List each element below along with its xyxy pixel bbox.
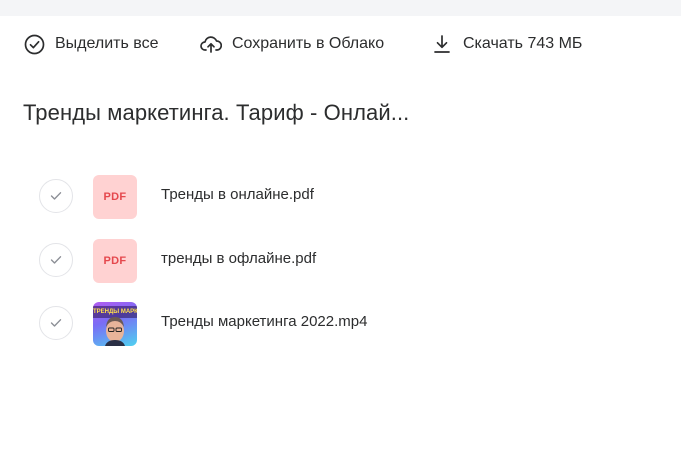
file-row[interactable]: PDF тренды в офлайне.pdf [0, 230, 681, 292]
save-to-cloud-button[interactable]: Сохранить в Облако [200, 16, 384, 72]
video-thumbnail-icon: ТРЕНДЫ МАРКЕТИНГА [93, 302, 137, 346]
select-all-button[interactable]: Выделить все [23, 16, 158, 72]
cloud-upload-icon [200, 33, 222, 55]
check-circle-icon [23, 33, 45, 55]
download-button[interactable]: Скачать 743 МБ [431, 16, 582, 72]
file-name[interactable]: тренды в офлайне.pdf [161, 250, 316, 267]
file-checkbox[interactable] [39, 306, 73, 340]
toolbar: Выделить все Сохранить в Облако Скачать … [0, 16, 681, 72]
select-all-label: Выделить все [55, 35, 159, 52]
file-row[interactable]: PDF Тренды в онлайне.pdf [0, 166, 681, 228]
checkmark-icon [50, 192, 62, 200]
person-photo-icon [105, 317, 125, 346]
file-checkbox[interactable] [39, 179, 73, 213]
download-label: Скачать 743 МБ [463, 35, 583, 52]
download-icon [431, 33, 453, 55]
top-strip [0, 0, 681, 16]
pdf-thumb-label: PDF [103, 255, 127, 267]
file-checkbox[interactable] [39, 243, 73, 277]
save-to-cloud-label: Сохранить в Облако [232, 35, 385, 52]
file-name[interactable]: Тренды в онлайне.pdf [161, 186, 314, 203]
file-row[interactable]: ТРЕНДЫ МАРКЕТИНГА Тренды маркетинга 2022… [0, 293, 681, 355]
pdf-file-icon: PDF [93, 175, 137, 219]
checkmark-icon [50, 319, 62, 327]
folder-title: Тренды маркетинга. Тариф - Онлай... [23, 100, 410, 125]
pdf-file-icon: PDF [93, 239, 137, 283]
checkmark-icon [50, 256, 62, 264]
file-name[interactable]: Тренды маркетинга 2022.mp4 [161, 313, 367, 330]
pdf-thumb-label: PDF [103, 191, 127, 203]
